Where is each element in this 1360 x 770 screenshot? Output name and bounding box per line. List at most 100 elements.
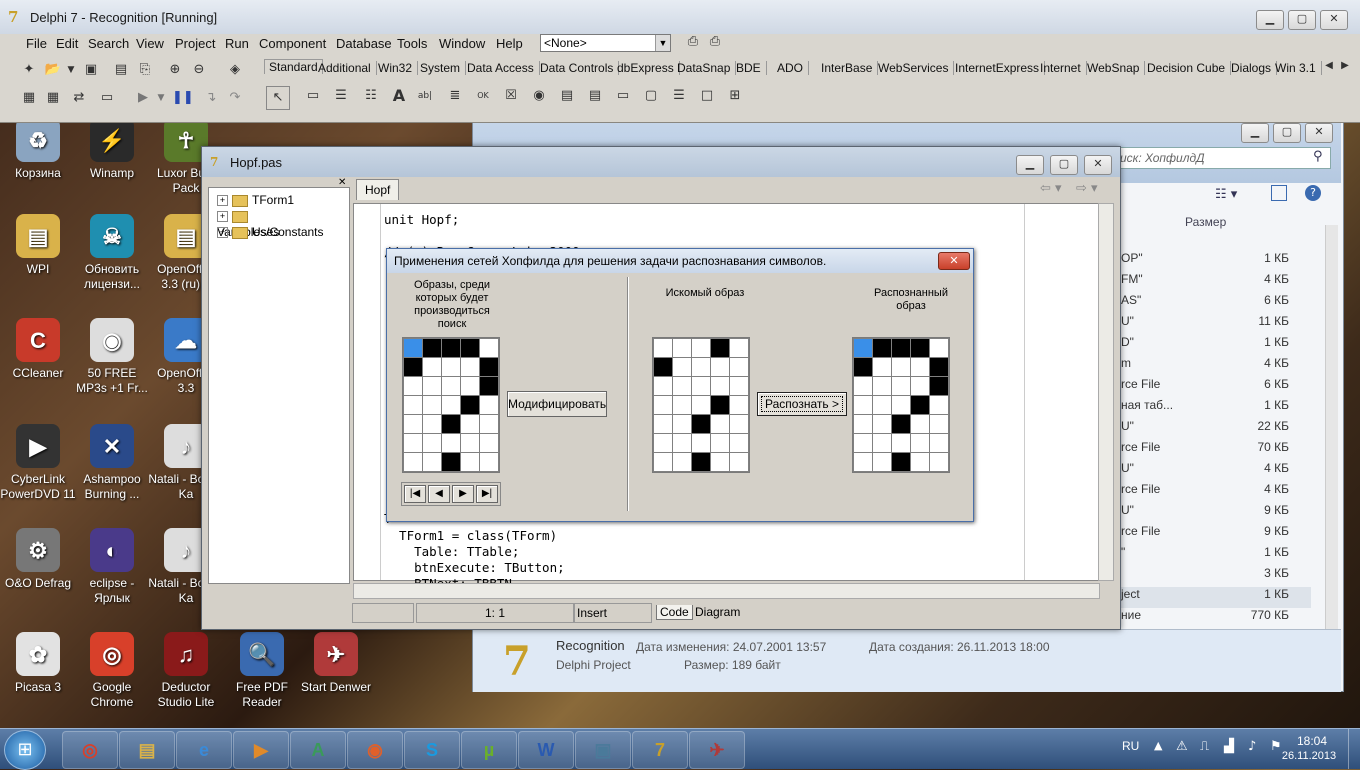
menu-item-view[interactable]: View: [136, 36, 164, 51]
search-cell[interactable]: [730, 434, 748, 452]
start-button[interactable]: ⊞: [4, 730, 46, 770]
result-cell[interactable]: [930, 339, 948, 357]
result-cell[interactable]: [854, 339, 872, 357]
search-cell[interactable]: [730, 453, 748, 471]
nav-back-icon[interactable]: ⇦ ▾: [1040, 181, 1062, 196]
tree-node[interactable]: +Variables/Constants: [217, 208, 349, 239]
desktop-shortcut[interactable]: C CCleaner: [0, 318, 76, 381]
result-cell[interactable]: [911, 339, 929, 357]
palette-tab-webservices[interactable]: WebServices: [878, 61, 955, 75]
pattern-cell[interactable]: [404, 339, 422, 357]
desktop-shortcut[interactable]: ▶ CyberLink PowerDVD 11: [0, 424, 76, 502]
desktop-shortcut[interactable]: ✕ Ashampoo Burning ...: [74, 424, 150, 502]
pattern-cell[interactable]: [442, 377, 460, 395]
palette-tab-datasnap[interactable]: DataSnap: [677, 61, 737, 75]
result-cell[interactable]: [854, 415, 872, 433]
pattern-cell[interactable]: [442, 453, 460, 471]
result-cell[interactable]: [873, 415, 891, 433]
result-cell[interactable]: [892, 434, 910, 452]
show-hidden-icons[interactable]: ▲: [1154, 739, 1162, 752]
palette-tab-internet[interactable]: Internet: [1040, 61, 1087, 75]
pattern-cell[interactable]: [404, 358, 422, 376]
taskbar-button[interactable]: ▶: [233, 731, 289, 769]
tab-hopf[interactable]: Hopf: [356, 179, 400, 200]
file-row[interactable]: AS" 6 КБ: [1121, 293, 1311, 314]
pointer-icon[interactable]: ↖: [266, 86, 290, 110]
file-row[interactable]: U" 9 КБ: [1121, 503, 1311, 524]
network-warning-icon[interactable]: ⚠: [1176, 739, 1188, 754]
desktop-shortcut[interactable]: ☠ Обновить лицензи...: [74, 214, 150, 292]
memo-component-icon[interactable]: ≣: [446, 88, 464, 104]
search-cell[interactable]: [673, 358, 691, 376]
menu-item-window[interactable]: Window: [439, 36, 485, 51]
next-record-button[interactable]: ▶: [452, 485, 474, 503]
trace-into-icon[interactable]: ↴: [202, 90, 220, 106]
file-row[interactable]: rce File 70 КБ: [1121, 440, 1311, 461]
result-cell[interactable]: [854, 453, 872, 471]
view-options-icon[interactable]: ☷ ▾: [1215, 187, 1237, 202]
search-cell[interactable]: [654, 377, 672, 395]
tab-diagram[interactable]: Diagram: [692, 605, 743, 619]
actionlist-component-icon[interactable]: ⊞: [726, 88, 744, 104]
explorer-maximize-button[interactable]: ▢: [1273, 123, 1301, 143]
search-cell[interactable]: [730, 339, 748, 357]
help-contents-icon[interactable]: ◈: [226, 62, 244, 78]
prior-record-button[interactable]: ◀: [428, 485, 450, 503]
checkbox-component-icon[interactable]: ☒: [502, 88, 520, 104]
result-cell[interactable]: [892, 339, 910, 357]
code-explorer-tree[interactable]: + TForm1 +Variables/Constants + Uses: [208, 187, 350, 584]
result-cell[interactable]: [911, 396, 929, 414]
desktop-shortcut[interactable]: ✿ Picasa 3: [0, 632, 76, 695]
pattern-cell[interactable]: [423, 377, 441, 395]
clock-date[interactable]: 26.11.2013: [1274, 750, 1344, 762]
desktop-shortcut[interactable]: ◐ eclipse - Ярлык: [74, 528, 150, 606]
palette-tab-websnap[interactable]: WebSnap: [1087, 61, 1146, 75]
search-cell[interactable]: [673, 434, 691, 452]
menu-item-tools[interactable]: Tools: [397, 36, 427, 51]
pattern-cell[interactable]: [461, 453, 479, 471]
pattern-cell[interactable]: [442, 434, 460, 452]
search-cell[interactable]: [730, 377, 748, 395]
editor-close-button[interactable]: ✕: [1084, 155, 1112, 175]
pattern-cell[interactable]: [423, 339, 441, 357]
menu-item-run[interactable]: Run: [225, 36, 249, 51]
file-row[interactable]: rce File 4 КБ: [1121, 482, 1311, 503]
desktop-shortcut[interactable]: ▤ WPI: [0, 214, 76, 277]
panel-component-icon[interactable]: □: [698, 88, 716, 104]
search-cell[interactable]: [730, 396, 748, 414]
search-cell[interactable]: [654, 453, 672, 471]
search-cell[interactable]: [711, 415, 729, 433]
explorer-scrollbar[interactable]: [1325, 225, 1338, 629]
result-cell[interactable]: [854, 377, 872, 395]
search-cell[interactable]: [711, 358, 729, 376]
expand-icon[interactable]: +: [217, 211, 228, 223]
open-project-icon[interactable]: ⎘: [136, 62, 154, 78]
result-cell[interactable]: [930, 434, 948, 452]
result-cell[interactable]: [873, 396, 891, 414]
search-cell[interactable]: [692, 358, 710, 376]
search-cell[interactable]: [730, 358, 748, 376]
code-vertical-scrollbar[interactable]: [1098, 203, 1114, 581]
pattern-cell[interactable]: [461, 339, 479, 357]
file-row[interactable]: U" 22 КБ: [1121, 419, 1311, 440]
chevron-down-icon[interactable]: ▼: [655, 35, 670, 51]
first-record-button[interactable]: |◀: [404, 485, 426, 503]
palette-tab-interbase[interactable]: InterBase: [821, 61, 879, 75]
file-row[interactable]: U" 11 КБ: [1121, 314, 1311, 335]
editor-maximize-button[interactable]: ▢: [1050, 155, 1078, 175]
open-icon[interactable]: 📂: [44, 62, 62, 78]
run-icon[interactable]: ▶: [134, 90, 152, 106]
pattern-cell[interactable]: [423, 453, 441, 471]
pattern-cell[interactable]: [461, 434, 479, 452]
file-row[interactable]: U" 4 КБ: [1121, 461, 1311, 482]
result-cell[interactable]: [873, 453, 891, 471]
taskbar-button[interactable]: ▤: [119, 731, 175, 769]
search-cell[interactable]: [692, 396, 710, 414]
pattern-cell[interactable]: [442, 358, 460, 376]
taskbar-button[interactable]: S: [404, 731, 460, 769]
view-form-icon[interactable]: ▦: [44, 90, 62, 106]
result-cell[interactable]: [854, 358, 872, 376]
result-cell[interactable]: [930, 453, 948, 471]
search-cell[interactable]: [673, 377, 691, 395]
result-cell[interactable]: [892, 453, 910, 471]
